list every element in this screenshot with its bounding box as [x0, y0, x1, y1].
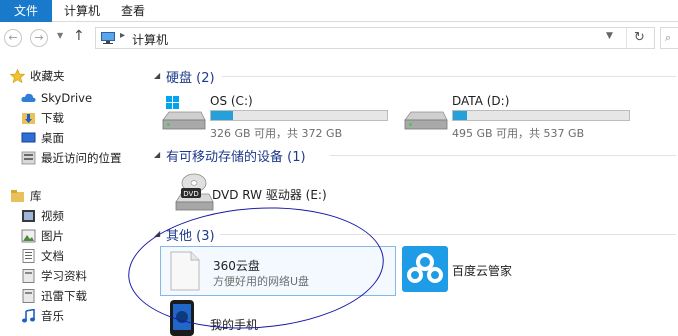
picture-icon: [21, 229, 36, 243]
sidebar-item-thunder-downloads[interactable]: 迅雷下载: [0, 286, 146, 306]
star-icon: [10, 69, 25, 83]
address-bar[interactable]: ▸ 计算机 ▼ ↻: [95, 27, 655, 49]
dvd-drive-name: DVD RW 驱动器 (E:): [212, 188, 327, 202]
group-other[interactable]: ◢ 其他 (3): [148, 224, 676, 244]
sidebar-item-label: 迅雷下载: [41, 289, 87, 303]
sidebar-favorites[interactable]: 收藏夹: [0, 66, 146, 86]
sidebar-item-label: SkyDrive: [41, 91, 93, 105]
sidebar-item-skydrive[interactable]: SkyDrive: [0, 88, 146, 108]
drive-name: DATA (D:): [452, 94, 510, 108]
sidebar-item-study-materials[interactable]: 学习资料: [0, 266, 146, 286]
music-icon: [22, 309, 35, 323]
svg-text:DVD: DVD: [183, 190, 198, 198]
baidu-cloud-icon: [402, 246, 448, 292]
hard-drive-icon: [404, 111, 448, 130]
sidebar-item-desktop[interactable]: 桌面: [0, 128, 146, 148]
library-icon: [11, 190, 24, 202]
group-divider: [220, 234, 676, 235]
group-hard-disks[interactable]: ◢ 硬盘 (2): [148, 66, 676, 86]
search-input[interactable]: ⌕: [660, 27, 678, 49]
recent-places-icon: [21, 151, 36, 165]
address-dropdown-icon[interactable]: ▼: [606, 31, 613, 41]
collapse-arrow-icon[interactable]: ◢: [154, 71, 160, 80]
group-removable-storage[interactable]: ◢ 有可移动存储的设备 (1): [148, 145, 676, 165]
navigation-bar: ← → ▼ ↑ ▸ 计算机 ▼ ↻ ⌕: [0, 22, 678, 54]
system-drive-icon: [162, 96, 206, 130]
sidebar-item-pictures[interactable]: 图片: [0, 226, 146, 246]
item-name: 百度云管家: [452, 264, 513, 278]
download-folder-icon: [22, 113, 35, 124]
document-icon: [22, 249, 35, 263]
library-folder-icon: [22, 289, 35, 303]
tab-view[interactable]: 查看: [115, 0, 151, 22]
group-divider: [330, 155, 676, 156]
sidebar-item-downloads[interactable]: 下载: [0, 108, 146, 128]
sidebar-item-label: 收藏夹: [30, 69, 65, 83]
tab-file[interactable]: 文件: [0, 0, 52, 22]
item-subtitle: 方便好用的网络U盘: [213, 275, 310, 288]
drive-usage-bar: [452, 110, 630, 121]
sidebar-item-videos[interactable]: 视频: [0, 206, 146, 226]
cloud-icon: [21, 93, 36, 102]
drive-usage-fill: [211, 111, 233, 120]
up-button[interactable]: ↑: [73, 28, 85, 44]
group-title: 其他 (3): [166, 229, 215, 244]
navigation-pane: 收藏夹 SkyDrive 下载 桌面 最近访问的位置 库 视频 图片 文档 学习…: [0, 54, 146, 336]
refresh-icon[interactable]: ↻: [626, 28, 652, 48]
group-title: 有可移动存储的设备 (1): [166, 150, 306, 165]
item-name: 我的手机: [210, 318, 259, 332]
item-name: 360云盘: [213, 259, 260, 273]
desktop-icon: [21, 132, 36, 143]
drive-size: 326 GB 可用，共 372 GB: [210, 127, 343, 140]
sidebar-item-label: 下载: [41, 111, 64, 125]
sidebar-item-label: 桌面: [41, 131, 64, 145]
drive-d[interactable]: DATA (D:) 495 GB 可用，共 537 GB: [402, 94, 642, 140]
item-360-cloud[interactable]: 360云盘 方便好用的网络U盘: [160, 246, 396, 296]
phone-icon: [170, 300, 194, 336]
dvd-drive[interactable]: DVD DVD RW 驱动器 (E:): [174, 172, 414, 212]
dvd-drive-icon: DVD: [175, 173, 214, 211]
drive-c[interactable]: OS (C:) 326 GB 可用，共 372 GB: [160, 94, 400, 140]
tab-computer[interactable]: 计算机: [58, 0, 106, 22]
forward-button[interactable]: →: [30, 29, 48, 47]
sidebar-item-recent-places[interactable]: 最近访问的位置: [0, 148, 146, 168]
back-button[interactable]: ←: [4, 29, 22, 47]
content-pane: ◢ 硬盘 (2) OS (C:) 326 GB 可用，共 372 GB DATA…: [146, 54, 678, 336]
video-icon: [22, 210, 35, 222]
explorer-window: 文件 计算机 查看 ← → ▼ ↑ ▸ 计算机 ▼ ↻ ⌕ 收藏夹 SkyDri…: [0, 0, 678, 336]
sidebar-item-label: 学习资料: [41, 269, 87, 283]
sidebar-item-label: 视频: [41, 209, 64, 223]
sidebar-item-label: 图片: [41, 229, 64, 243]
sidebar-item-label: 库: [30, 189, 42, 203]
collapse-arrow-icon[interactable]: ◢: [154, 229, 160, 238]
breadcrumb-computer[interactable]: 计算机: [132, 31, 168, 48]
sidebar-item-label: 文档: [41, 249, 64, 263]
ribbon: 文件 计算机 查看: [0, 0, 678, 22]
drive-name: OS (C:): [210, 94, 253, 108]
drive-size: 495 GB 可用，共 537 GB: [452, 127, 585, 140]
sidebar-item-label: 最近访问的位置: [41, 151, 122, 165]
group-title: 硬盘 (2): [166, 71, 215, 86]
collapse-arrow-icon[interactable]: ◢: [154, 150, 160, 159]
library-folder-icon: [22, 269, 35, 283]
drive-usage-bar: [210, 110, 388, 121]
breadcrumb-separator: ▸: [120, 30, 126, 41]
sidebar-item-documents[interactable]: 文档: [0, 246, 146, 266]
recent-locations-dropdown[interactable]: ▼: [57, 31, 63, 40]
sidebar-item-label: 音乐: [41, 309, 64, 323]
item-my-phone[interactable]: 我的手机: [166, 300, 406, 336]
sidebar-libraries[interactable]: 库: [0, 186, 146, 206]
group-divider: [222, 76, 676, 77]
computer-icon: [101, 32, 115, 44]
drive-usage-fill: [453, 111, 467, 120]
sidebar-item-music[interactable]: 音乐: [0, 306, 146, 326]
file-icon: [170, 251, 200, 291]
item-baidu-cloud[interactable]: 百度云管家: [402, 246, 642, 296]
